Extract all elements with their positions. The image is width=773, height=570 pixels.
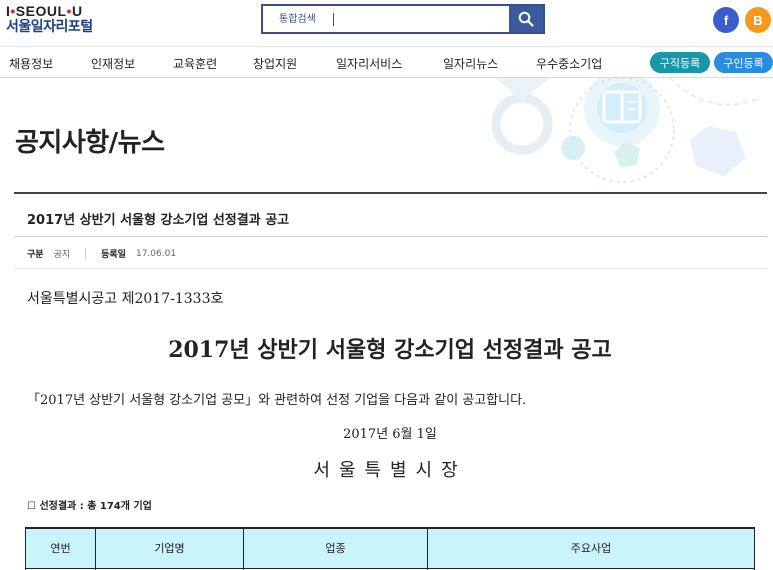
meta-divider bbox=[85, 248, 87, 259]
job-post-register-button[interactable]: 구인등록 bbox=[714, 52, 773, 73]
category-label: 구분 bbox=[27, 250, 44, 260]
date-label: 등록일 bbox=[101, 250, 126, 260]
article-title: 2017년 상반기 서울형 강소기업 선정결과 공고 bbox=[27, 213, 290, 228]
search-box bbox=[261, 4, 545, 34]
document-intro: 「2017년 상반기 서울형 강소기업 공모」와 관련하여 선정 기업을 다음과… bbox=[27, 393, 527, 408]
column-header-company: 기업명 bbox=[95, 527, 244, 569]
meta-divider-line bbox=[14, 268, 767, 269]
result-summary: ☐ 선정결과 : 총 174개 기업 bbox=[27, 501, 152, 512]
logo-seoul: SEOUL bbox=[15, 3, 67, 19]
issuing-organization: 서울특별시장 bbox=[313, 460, 467, 481]
search-icon bbox=[518, 11, 534, 27]
column-header-main-business: 주요사업 bbox=[427, 527, 755, 569]
text-cursor bbox=[333, 13, 334, 26]
column-header-industry: 업종 bbox=[243, 527, 428, 569]
table-header-row: 연번 기업명 업종 주요사업 bbox=[25, 527, 755, 569]
logo-letter-u: U bbox=[71, 3, 83, 19]
facebook-icon[interactable]: f bbox=[713, 7, 739, 33]
nav-item-sme[interactable]: 우수중소기업 bbox=[536, 55, 602, 72]
main-nav: 채용정보 인재정보 교육훈련 창업지원 일자리서비스 일자리뉴스 우수중소기업 … bbox=[0, 46, 773, 78]
document-title: 2017년 상반기 서울형 강소기업 선정결과 공고 bbox=[168, 337, 612, 363]
results-table: 연번 기업명 업종 주요사업 bbox=[25, 527, 755, 570]
nav-item-training[interactable]: 교육훈련 bbox=[173, 55, 217, 72]
document-date: 2017년 6월 1일 bbox=[343, 427, 437, 442]
blog-icon[interactable]: B bbox=[745, 7, 771, 33]
nav-item-talent[interactable]: 인재정보 bbox=[91, 55, 135, 72]
nav-item-jobs[interactable]: 채용정보 bbox=[9, 55, 53, 72]
nav-item-job-services[interactable]: 일자리서비스 bbox=[336, 55, 402, 72]
logo-portal-name: 서울일자리포털 bbox=[6, 19, 93, 35]
category-value: 공지 bbox=[53, 250, 71, 260]
article-header: 2017년 상반기 서울형 강소기업 선정결과 공고 bbox=[14, 192, 767, 237]
notice-number: 서울특별시공고 제2017-1333호 bbox=[27, 291, 224, 307]
nav-item-job-news[interactable]: 일자리뉴스 bbox=[443, 55, 498, 72]
nav-item-startup[interactable]: 창업지원 bbox=[253, 55, 297, 72]
column-header-number: 연번 bbox=[25, 527, 96, 569]
article-meta: 구분 공지 등록일 17.06.01 bbox=[27, 247, 176, 260]
search-button[interactable] bbox=[509, 6, 543, 32]
site-header: I•SEOUL•U 서울일자리포털 f B bbox=[0, 0, 773, 46]
site-logo[interactable]: I•SEOUL•U 서울일자리포털 bbox=[6, 4, 93, 34]
job-seek-register-button[interactable]: 구직등록 bbox=[650, 52, 710, 73]
search-input[interactable] bbox=[263, 6, 509, 32]
decorative-illustration bbox=[440, 78, 773, 188]
page-title: 공지사항/뉴스 bbox=[15, 128, 165, 158]
date-value: 17.06.01 bbox=[135, 248, 177, 259]
logo-wordmark: I•SEOUL•U bbox=[6, 4, 93, 18]
